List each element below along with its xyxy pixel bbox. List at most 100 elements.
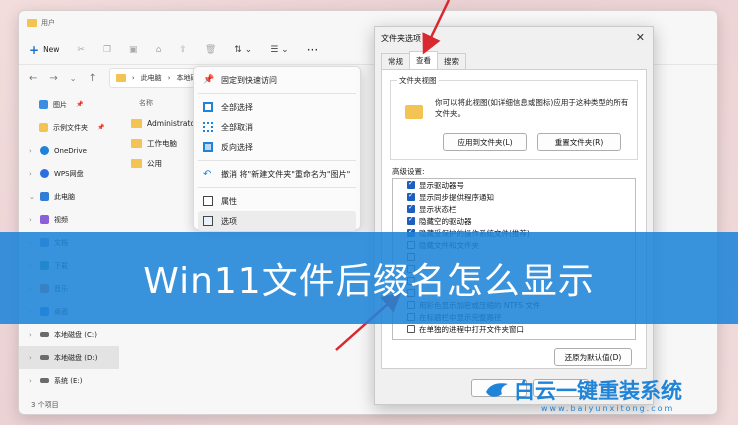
menu-item-undo[interactable]: ↶ 撤消 将"新建文件夹"重命名为"图片" [198,164,356,184]
select-all-icon [203,102,213,112]
checkbox[interactable] [407,215,415,225]
file-name: 公用 [147,158,162,168]
checkbox[interactable] [407,325,415,333]
chevron-right-icon[interactable]: › [29,354,35,362]
file-name: 工作电脑 [147,138,177,148]
pin-icon: 📌 [203,75,215,85]
new-label: New [43,45,60,54]
recent-chevron-icon[interactable]: ⌄ [70,74,77,83]
delete-icon[interactable]: 🗑 [205,45,216,55]
sidebar-item-pictures[interactable]: 图片 📌 [19,93,119,116]
chevron-right-icon[interactable]: › [29,331,35,339]
dialog-title: 文件夹选项 [381,33,421,43]
sidebar-item-label: WPS网盘 [54,169,84,178]
menu-item-label: 属性 [221,196,237,206]
cut-icon[interactable]: ✂ [77,45,85,55]
menu-item-invert-selection[interactable]: 反向选择 [198,137,356,157]
forward-icon[interactable]: → [49,73,57,84]
menu-divider [198,93,356,94]
status-bar: 3 个项目 [31,401,59,409]
chevron-right-icon[interactable]: › [29,147,35,155]
sidebar-item-label: OneDrive [54,146,87,155]
setting-label: 在单独的进程中打开文件夹窗口 [419,324,524,334]
paste-icon[interactable]: ▣ [129,45,138,55]
sidebar-item-this-pc[interactable]: ⌄ 此电脑 [19,185,119,208]
sidebar-item-onedrive[interactable]: › OneDrive [19,139,119,162]
breadcrumb-item[interactable]: 此电脑 [141,73,162,83]
menu-item-select-all[interactable]: 全部选择 [198,97,356,117]
menu-item-label: 撤消 将"新建文件夹"重命名为"图片" [221,169,351,179]
advanced-setting-row[interactable]: 显示状态栏 [393,203,635,215]
setting-label: 显示同步提供程序通知 [419,192,494,202]
sidebar-item-label: 图片 [53,100,67,109]
watermark-brand: 白云一键重装系统 [514,379,682,403]
menu-item-label: 全部取消 [221,122,253,132]
close-icon[interactable]: ✕ [636,31,645,44]
menu-item-properties[interactable]: 属性 [198,191,356,211]
share-icon[interactable]: ⇪ [179,45,187,55]
sidebar-item-drive-d[interactable]: › 本地磁盘 (D:) [19,346,119,369]
setting-label: 隐藏空的驱动器 [419,216,472,226]
sidebar-item-drive-e[interactable]: › 系统 (E:) [19,369,119,392]
tab-search[interactable]: 搜索 [437,53,466,69]
advanced-setting-row[interactable]: 在单独的进程中打开文件夹窗口 [393,323,635,335]
up-icon[interactable]: ↑ [88,73,96,84]
breadcrumb-sep-icon: › [167,74,171,82]
folder-view-group: 文件夹视图 你可以将此视图(如详细信息或图标)应用于这种类型的所有文件夹。 应用… [390,75,638,160]
menu-item-select-none[interactable]: 全部取消 [198,117,356,137]
sidebar-item-sample-folder[interactable]: 示例文件夹 📌 [19,116,119,139]
invert-selection-icon [203,142,213,152]
bird-logo-icon [486,383,508,397]
video-icon [40,215,49,224]
sidebar-item-drive-c[interactable]: › 本地磁盘 (C:) [19,323,119,346]
chevron-right-icon[interactable]: › [29,216,35,224]
sidebar-item-videos[interactable]: › 视频 [19,208,119,231]
chevron-down-icon[interactable]: ⌄ [29,193,35,201]
menu-item-pin-quick-access[interactable]: 📌 固定到快速访问 [198,70,356,90]
restore-defaults-button[interactable]: 还原为默认值(D) [554,348,632,366]
group-description: 你可以将此视图(如详细信息或图标)应用于这种类型的所有文件夹。 [435,98,629,118]
sidebar-item-label: 此电脑 [54,192,75,201]
drive-icon [40,332,49,337]
advanced-setting-row[interactable]: 显示同步提供程序通知 [393,191,635,203]
view-icon[interactable]: ☰ ⌄ [270,45,288,55]
sidebar-item-label: 视频 [54,215,68,224]
advanced-setting-row[interactable]: 显示驱动器号 [393,179,635,191]
chevron-right-icon[interactable]: › [29,170,35,178]
pin-icon: 📌 [97,124,105,131]
more-options-icon[interactable]: ··· [307,43,318,57]
chevron-right-icon[interactable]: › [29,377,35,385]
file-name: Administrator [147,118,199,128]
menu-divider [198,160,356,161]
tab-view[interactable]: 查看 [409,51,438,69]
copy-icon[interactable]: ❐ [103,45,111,55]
select-none-icon [203,122,213,132]
checkbox[interactable] [407,179,415,189]
setting-label: 显示驱动器号 [419,180,464,190]
plus-icon: + [29,42,40,57]
new-button[interactable]: + New [29,43,59,57]
window-title: 用户 [41,19,55,27]
watermark-logo: 白云一键重装系统 [484,380,682,402]
tab-general[interactable]: 常规 [381,53,410,69]
apply-to-folders-button[interactable]: 应用到文件夹(L) [443,133,527,151]
drive-icon [40,355,49,360]
back-icon[interactable]: ← [29,73,37,84]
drive-icon [40,378,49,383]
rename-icon[interactable]: ⌂ [156,45,162,55]
banner-title: Win11文件后缀名怎么显示 [143,261,595,302]
title-banner: Win11文件后缀名怎么显示 [0,232,738,324]
menu-item-options[interactable]: 选项 [198,211,356,231]
pc-icon [40,192,49,201]
folder-icon [115,74,126,82]
more-options-menu: 📌 固定到快速访问 全部选择 全部取消 反向选择 ↶ 撤消 将"新建文件夹"重命… [193,66,361,231]
cloud-icon [40,169,49,178]
menu-divider [198,187,356,188]
reset-folders-button[interactable]: 重置文件夹(R) [537,133,621,151]
advanced-setting-row[interactable]: 隐藏空的驱动器 [393,215,635,227]
checkbox[interactable] [407,203,415,213]
sidebar-item-label: 系统 (E:) [54,376,83,385]
sort-icon[interactable]: ⇅ ⌄ [234,45,252,55]
checkbox[interactable] [407,191,415,201]
sidebar-item-wps[interactable]: › WPS网盘 [19,162,119,185]
